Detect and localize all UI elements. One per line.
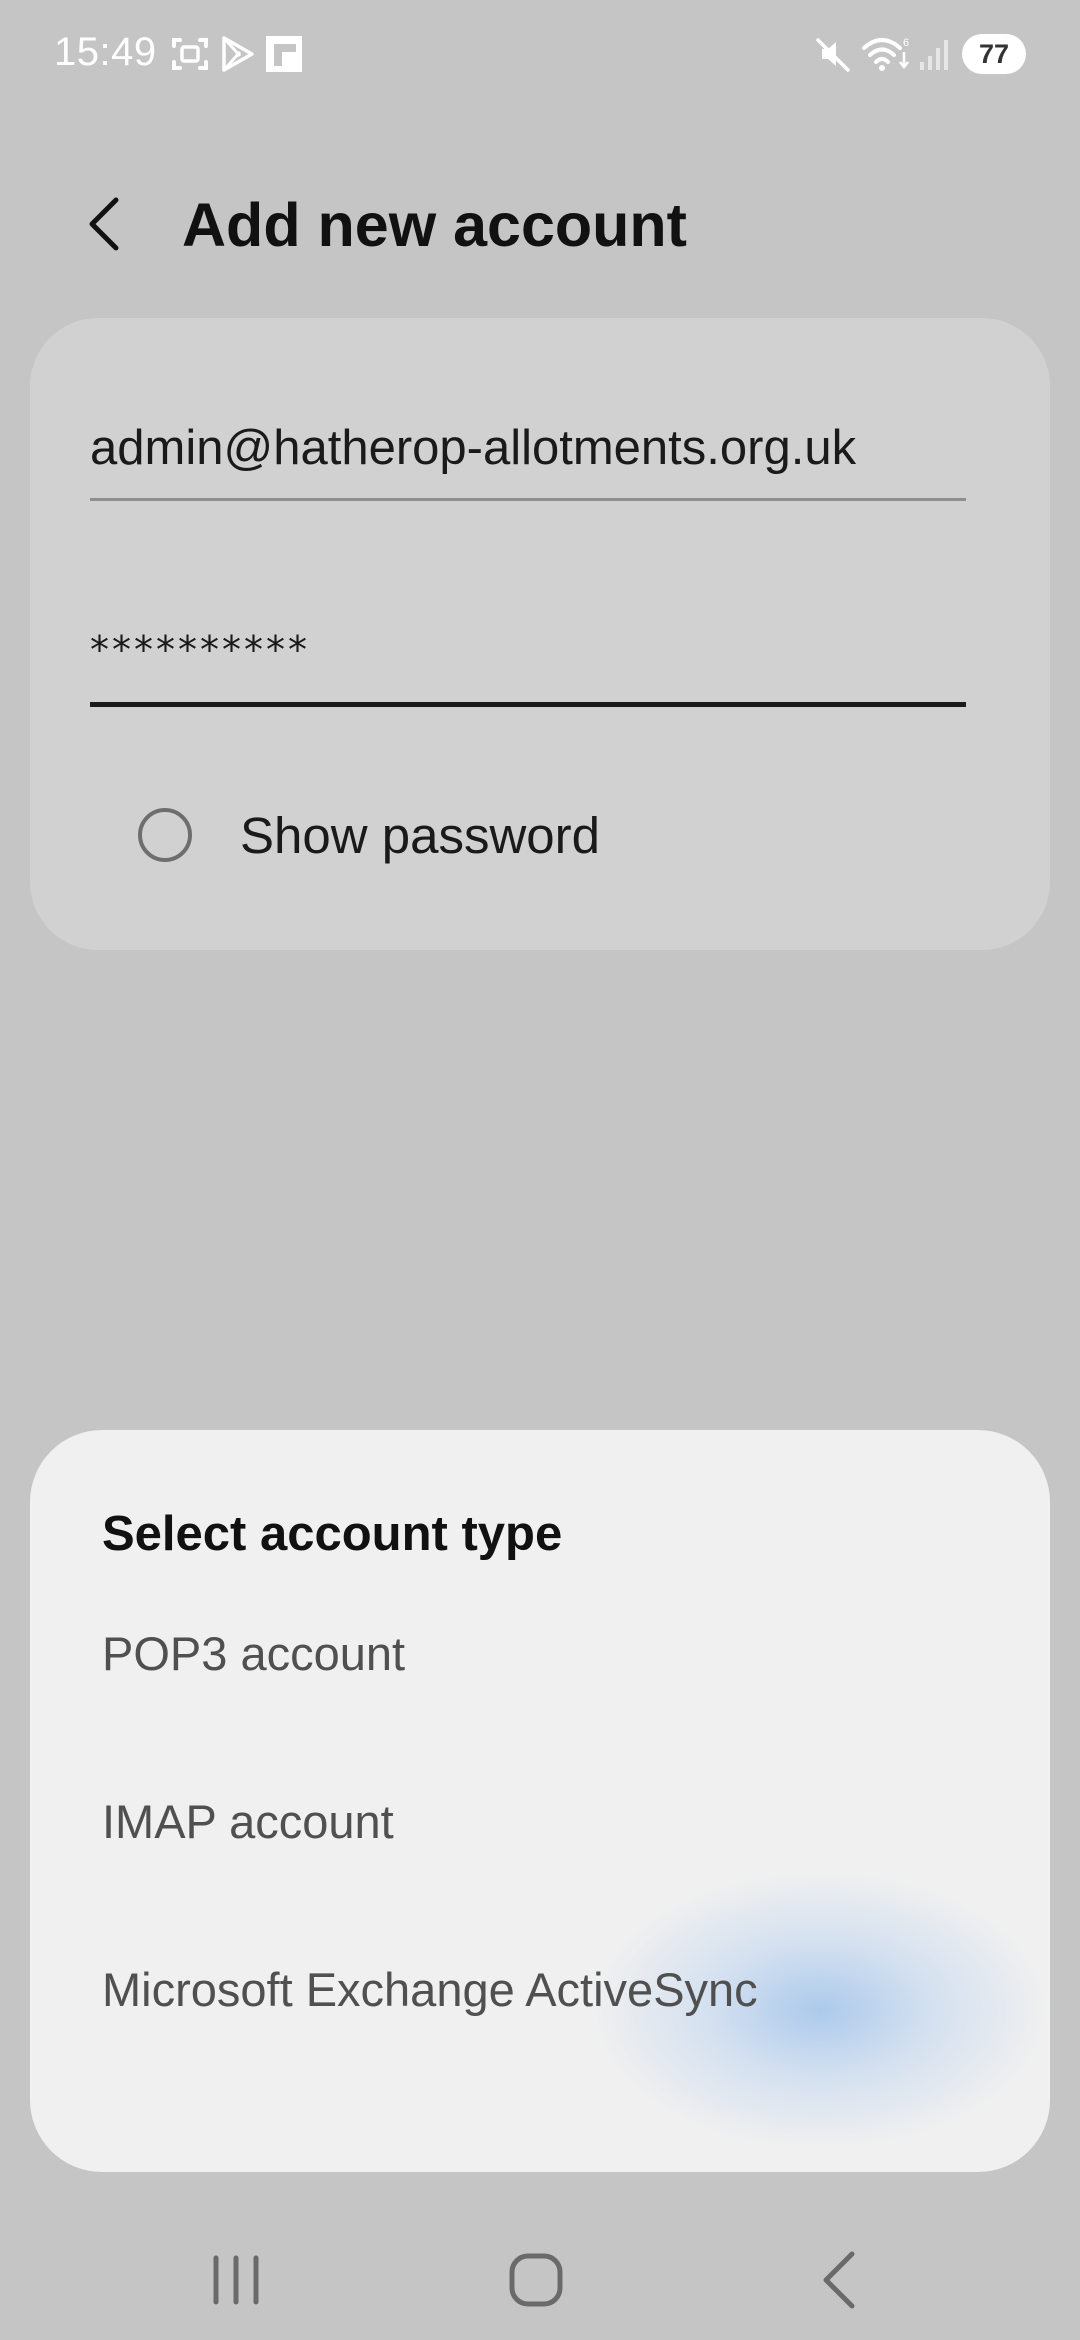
battery-indicator: 77: [962, 34, 1026, 74]
option-label: Microsoft Exchange ActiveSync: [102, 1963, 758, 2016]
wifi-icon: 6: [862, 37, 909, 71]
recents-icon[interactable]: [196, 2240, 276, 2320]
option-label: POP3 account: [102, 1627, 406, 1680]
status-bar: 15:49 6 77: [0, 0, 1080, 110]
signal-icon: [920, 40, 948, 70]
option-label: IMAP account: [102, 1795, 394, 1848]
option-exchange-activesync[interactable]: Microsoft Exchange ActiveSync: [30, 1916, 1050, 2066]
show-password-radio[interactable]: [138, 808, 192, 862]
chevron-left-icon[interactable]: [78, 194, 134, 254]
home-icon[interactable]: [496, 2240, 576, 2320]
show-password-toggle[interactable]: Show password: [90, 786, 690, 886]
status-time: 15:49: [54, 30, 157, 74]
header: Add new account: [0, 170, 1080, 280]
option-pop3[interactable]: POP3 account: [30, 1580, 1050, 1730]
account-type-sheet: Select account type POP3 account IMAP ac…: [30, 1430, 1050, 2172]
sheet-title: Select account type: [102, 1507, 563, 1561]
password-value: **********: [90, 628, 310, 672]
screenshot-icon: [172, 38, 208, 70]
option-imap[interactable]: IMAP account: [30, 1748, 1050, 1898]
page-title: Add new account: [182, 191, 687, 259]
svg-text:6: 6: [903, 37, 909, 49]
email-field[interactable]: admin@hatherop-allotments.org.uk: [90, 408, 966, 501]
credentials-card: admin@hatherop-allotments.org.uk *******…: [30, 318, 1050, 950]
mute-icon: [816, 38, 850, 72]
play-store-icon: [222, 36, 254, 72]
flipboard-icon: [266, 36, 302, 72]
password-field[interactable]: **********: [90, 600, 966, 707]
navigation-bar: [0, 2210, 1080, 2340]
show-password-label: Show password: [240, 807, 601, 864]
email-value: admin@hatherop-allotments.org.uk: [90, 421, 857, 475]
back-icon[interactable]: [800, 2240, 880, 2320]
